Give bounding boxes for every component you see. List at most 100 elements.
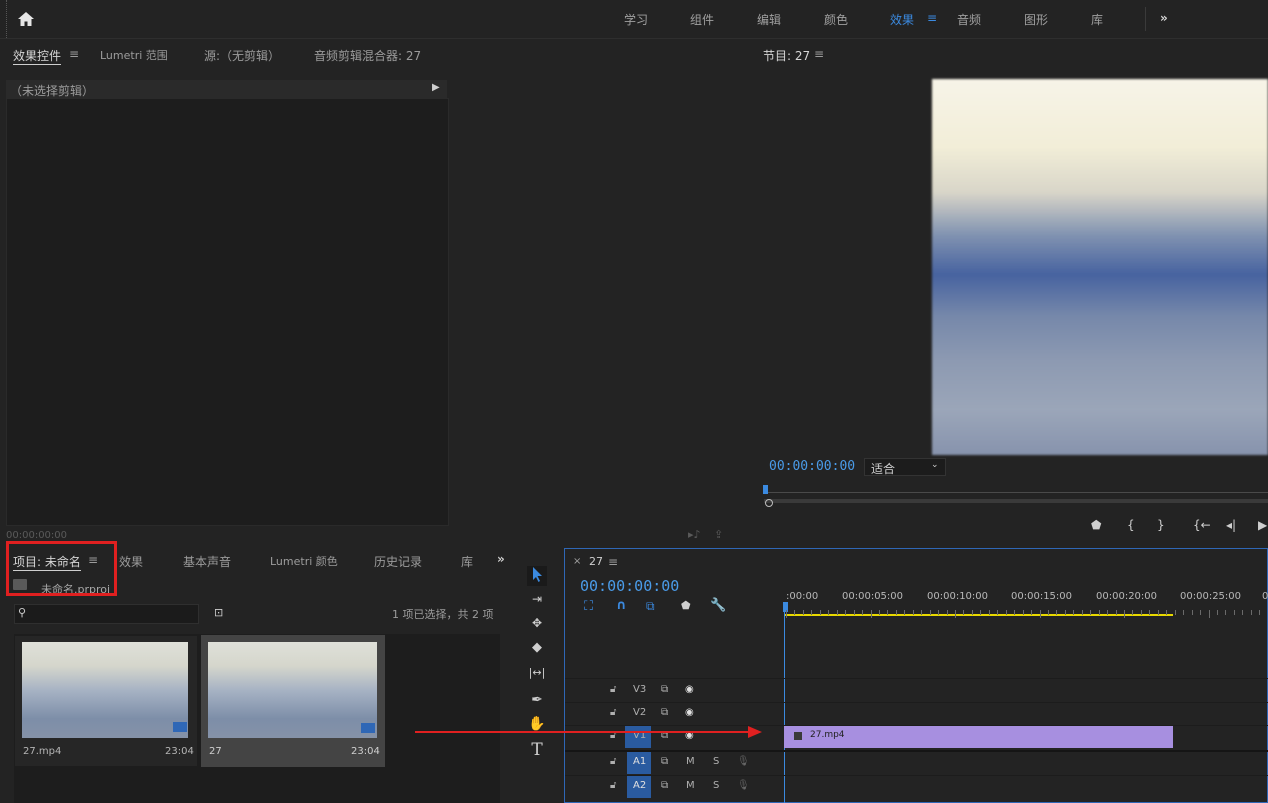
effect-controls-body [6,98,449,526]
ruler-tick [1107,610,1109,615]
workspace-effects[interactable]: 效果 [890,11,914,28]
program-monitor: 节目: 27 ≡ 00:00:00:00 适合 ⌄ ⬟ { } {← ◂| ▶ [750,40,1268,546]
tab-audio-clip-mixer[interactable]: 音频剪辑混合器: 27 [314,47,421,64]
ruler-tick [862,610,864,615]
ruler-tick [1174,610,1176,615]
tab-lumetri-scopes[interactable]: Lumetri 范围 [100,47,168,63]
solo-button[interactable]: S [713,780,719,791]
tab-libraries[interactable]: 库 [461,553,473,570]
scroll-handle[interactable] [765,499,773,507]
step-back-icon[interactable]: ◂| [1226,518,1236,532]
workspace-audio[interactable]: 音频 [957,11,981,28]
more-tabs-icon[interactable]: » [497,552,505,566]
slip-tool-icon[interactable]: |↔| [527,666,547,679]
mic-icon[interactable]: 🎙︎ [737,756,750,767]
razor-tool-icon[interactable]: ◆ [527,640,547,655]
workspace-libraries[interactable]: 库 [1091,11,1103,28]
lock-icon[interactable]: 🔓︎ [610,756,616,767]
scroll-bar[interactable] [764,499,1268,503]
panel-menu-icon[interactable]: ≡ [608,555,618,569]
selection-tool-icon[interactable] [527,566,547,586]
lock-icon[interactable]: 🔓︎ [610,780,616,791]
timeline-clip[interactable]: 27.mp4 [784,726,1173,748]
selection-info: 1 项已选择，共 2 项 [392,608,494,621]
tab-lumetri-color[interactable]: Lumetri 颜色 [270,553,338,569]
workspace-color[interactable]: 颜色 [824,11,848,28]
ruler-tick [1039,610,1041,618]
program-timecode[interactable]: 00:00:00:00 [769,459,855,474]
lock-icon[interactable]: 🔓︎ [610,707,616,718]
workspace-learn[interactable]: 学习 [624,11,648,28]
sync-lock-icon[interactable]: ⧉ [661,756,668,767]
ruler-label: 00:00:05:00 [842,591,904,602]
snap-icon[interactable]: ∩ [616,598,627,613]
eye-icon[interactable]: ◉ [685,684,694,695]
workspace-graphics[interactable]: 图形 [1024,11,1048,28]
pen-tool-icon[interactable]: ✒ [527,692,547,708]
ruler-tick [1081,610,1083,615]
ruler-tick [1225,610,1227,615]
go-to-in-icon[interactable]: {← [1193,518,1211,532]
ruler-tick [963,610,965,615]
workspace-assembly[interactable]: 组件 [690,11,714,28]
track-select-tool-icon[interactable]: ⇥ [527,592,547,606]
wrench-icon[interactable]: 🔧 [710,598,726,613]
filter-audio-icon[interactable]: ▸♪ [688,528,701,541]
home-icon[interactable] [17,10,35,28]
playhead-icon[interactable] [763,485,768,494]
mark-out-icon[interactable]: } [1157,518,1165,532]
video-preview[interactable] [932,79,1268,455]
nest-icon[interactable]: ⛶ [584,599,593,614]
search-input[interactable]: ⚲ [14,604,199,624]
close-icon[interactable]: × [573,556,581,567]
timeline-timecode[interactable]: 00:00:00:00 [580,577,679,595]
more-workspaces-icon[interactable]: » [1160,11,1168,25]
track-a2[interactable]: 🔓︎ A2 ⧉ M S 🎙︎ [565,776,783,798]
workspace-menu-icon[interactable]: ≡ [927,11,937,25]
ripple-edit-tool-icon[interactable]: ✥ [527,616,547,630]
tab-effect-controls[interactable]: 效果控件 [13,47,62,65]
effect-timecode: 00:00:00:00 [6,530,68,541]
new-search-bin-icon[interactable]: ⊡ [214,606,223,619]
program-title[interactable]: 节目: 27 [763,47,810,64]
add-marker-icon[interactable]: ⬟ [681,599,691,612]
ruler-tick [870,610,872,618]
ruler-tick [955,610,956,618]
eye-icon[interactable]: ◉ [685,707,694,718]
fit-dropdown[interactable]: 适合 ⌄ [864,458,946,476]
sync-lock-icon[interactable]: ⧉ [661,780,668,791]
track-a1[interactable]: 🔓︎ A1 ⧉ M S 🎙︎ [565,752,783,774]
track-v3[interactable]: 🔓︎ V3 ⧉ ◉ [565,680,783,702]
ruler-tick [1014,610,1016,615]
ruler-tick [938,610,940,615]
panel-menu-icon[interactable]: ≡ [69,47,79,61]
mute-button[interactable]: M [686,780,695,791]
tab-history[interactable]: 历史记录 [374,553,422,570]
mic-icon[interactable]: 🎙︎ [737,780,750,791]
sequence-tab[interactable]: 27 [589,555,603,568]
panel-menu-icon[interactable]: ≡ [814,47,824,61]
project-item-sequence[interactable]: 27 23:04 [201,635,385,767]
workspace-editing[interactable]: 编辑 [757,11,781,28]
project-item-clip[interactable]: 27.mp4 23:04 [15,636,197,766]
expand-arrow-icon[interactable]: ▶ [432,82,440,93]
play-icon[interactable]: ▶ [1258,518,1267,532]
mark-in-icon[interactable]: { [1127,518,1135,532]
mute-button[interactable]: M [686,756,695,767]
solo-button[interactable]: S [713,756,719,767]
ruler-tick [1208,610,1210,618]
sync-lock-icon[interactable]: ⧉ [661,684,668,695]
ruler-tick [1056,610,1058,615]
ruler-tick [1047,610,1049,615]
add-marker-icon[interactable]: ⬟ [1091,518,1101,532]
linked-selection-icon[interactable]: ⧉ [646,599,655,614]
export-icon[interactable]: ⇪ [714,528,723,541]
lock-icon[interactable]: 🔓︎ [610,684,616,695]
program-ruler[interactable] [764,492,1268,493]
tab-source[interactable]: 源:（无剪辑） [204,47,280,64]
tab-effects[interactable]: 效果 [119,553,143,570]
ruler-tick [988,610,990,615]
sync-lock-icon[interactable]: ⧉ [661,707,668,718]
type-tool-icon[interactable]: T [527,740,547,760]
tab-essential-sound[interactable]: 基本声音 [183,553,231,570]
